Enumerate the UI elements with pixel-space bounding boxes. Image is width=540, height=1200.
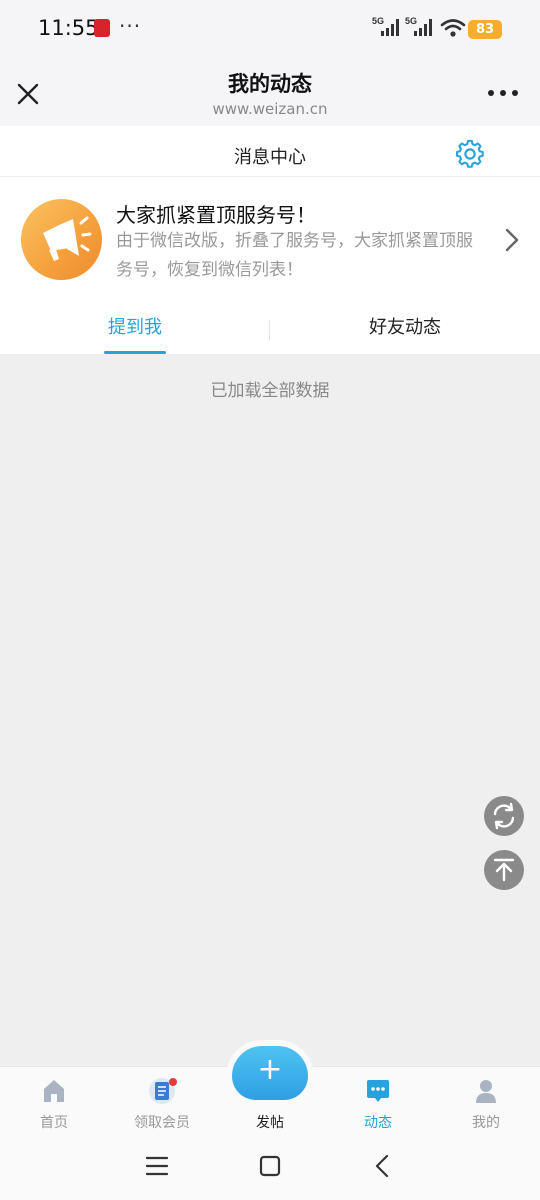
tabbar-label-activity: 动态 — [364, 1115, 392, 1131]
status-bar: 11:55 ··· 5G 5G 83 — [0, 0, 540, 60]
refresh-icon — [493, 802, 515, 830]
network-label-2: 5G — [405, 16, 417, 26]
gear-icon[interactable] — [455, 139, 485, 169]
system-navigation-bar — [0, 1141, 540, 1200]
square-home-icon[interactable] — [258, 1154, 282, 1178]
document-icon — [149, 1078, 177, 1104]
tab-bar: 提到我 好友动态 — [0, 299, 540, 354]
plus-icon: + — [257, 1052, 283, 1087]
tabbar-item-activity[interactable]: 动态 — [324, 1067, 432, 1142]
wifi-icon — [440, 19, 466, 37]
page-subtitle: www.weizan.cn — [212, 100, 328, 118]
chevron-right-icon — [505, 228, 519, 252]
status-time: 11:55 — [38, 16, 99, 40]
loaded-status-text: 已加载全部数据 — [210, 381, 330, 401]
signal-5g-icon-2: 5G — [405, 16, 432, 36]
message-center-header: 消息中心 — [0, 126, 540, 177]
tabbar-label-membership: 领取会员 — [134, 1115, 190, 1131]
navbar: 我的动态 www.weizan.cn — [0, 60, 540, 126]
notice-body: 由于微信改版，折叠了服务号，大家抓紧置顶服务号，恢复到微信列表！ — [116, 231, 473, 280]
post-button[interactable]: + — [232, 1046, 308, 1100]
page-title: 我的动态 — [228, 72, 312, 96]
tabbar-item-me[interactable]: 我的 — [432, 1067, 540, 1142]
notice-card[interactable]: 大家抓紧置顶服务号！ 由于微信改版，折叠了服务号，大家抓紧置顶服务号，恢复到微信… — [0, 177, 540, 299]
menu-icon[interactable] — [145, 1155, 169, 1177]
back-to-top-button[interactable] — [484, 850, 524, 890]
home-icon — [44, 1080, 64, 1102]
back-to-top-icon — [493, 858, 515, 882]
active-tab-indicator — [104, 351, 166, 354]
chat-bubble-icon — [367, 1080, 389, 1102]
back-icon[interactable] — [372, 1153, 392, 1179]
signal-5g-icon: 5G — [372, 16, 399, 36]
tabbar-label-me: 我的 — [472, 1115, 500, 1131]
tabbar-label-home: 首页 — [40, 1115, 68, 1131]
tabbar-label-post: 发帖 — [256, 1115, 284, 1131]
battery-indicator: 83 — [468, 20, 502, 39]
notice-title: 大家抓紧置顶服务号！ — [116, 203, 316, 227]
status-more-icon: ··· — [119, 14, 142, 38]
tabbar-item-membership[interactable]: 领取会员 — [108, 1067, 216, 1142]
network-label-1: 5G — [372, 16, 384, 26]
tab-friends-activity[interactable]: 好友动态 — [270, 299, 540, 354]
tabbar-item-home[interactable]: 首页 — [0, 1067, 108, 1142]
more-dots-icon[interactable] — [486, 86, 520, 100]
kfc-app-icon — [94, 19, 110, 37]
notice-avatar — [21, 199, 102, 280]
megaphone-icon — [43, 216, 92, 261]
refresh-button[interactable] — [484, 796, 524, 836]
user-icon — [476, 1080, 496, 1103]
tab-mentions[interactable]: 提到我 — [0, 299, 270, 354]
